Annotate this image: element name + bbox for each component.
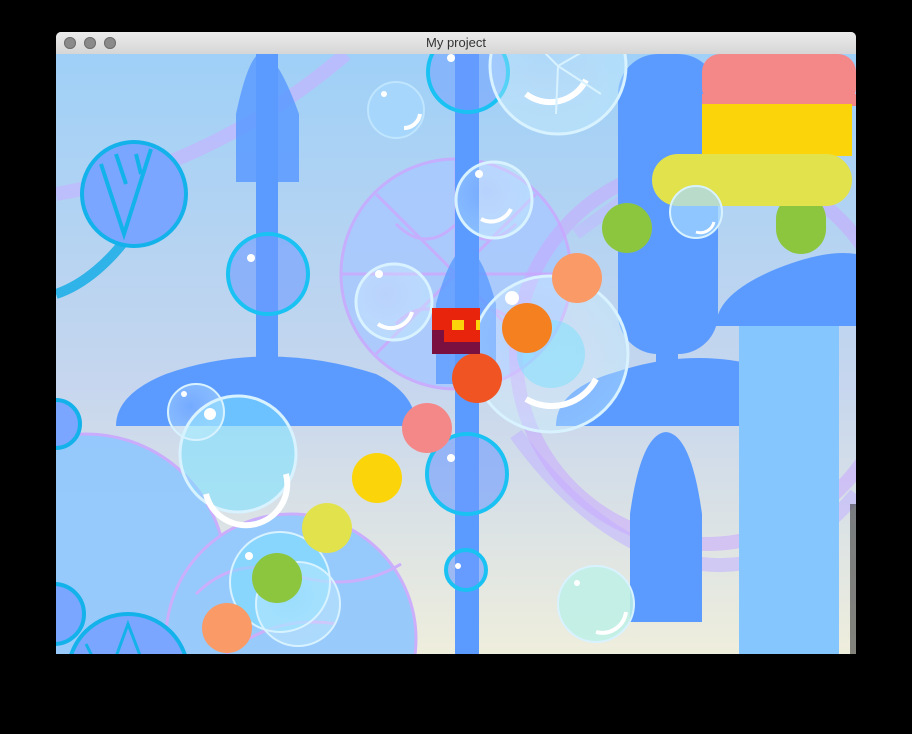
blue-bubble [444,548,488,592]
soap-bubble [669,185,723,239]
yellow-orb [352,453,402,503]
soap-bubble [557,565,635,643]
red-orange-orb [452,353,502,403]
green-orb [602,203,652,253]
soap-bubble [367,81,425,139]
right-column [739,314,839,654]
player-character [432,308,480,354]
title-bar[interactable]: My project [56,32,856,55]
soap-bubble [470,274,630,434]
orange-orb [502,303,552,353]
column-shadow [850,504,856,654]
salmon-orb [552,253,602,303]
salmon-orb [202,603,252,653]
game-canvas[interactable] [56,54,856,654]
soap-bubble [454,160,534,240]
game-window: My project [56,32,856,654]
pink-orb [402,403,452,453]
green-orb [252,553,302,603]
soap-bubble [354,262,434,342]
soap-bubble [167,383,225,441]
lime-orb [302,503,352,553]
window-title: My project [426,35,486,50]
blue-bubble [226,232,310,316]
